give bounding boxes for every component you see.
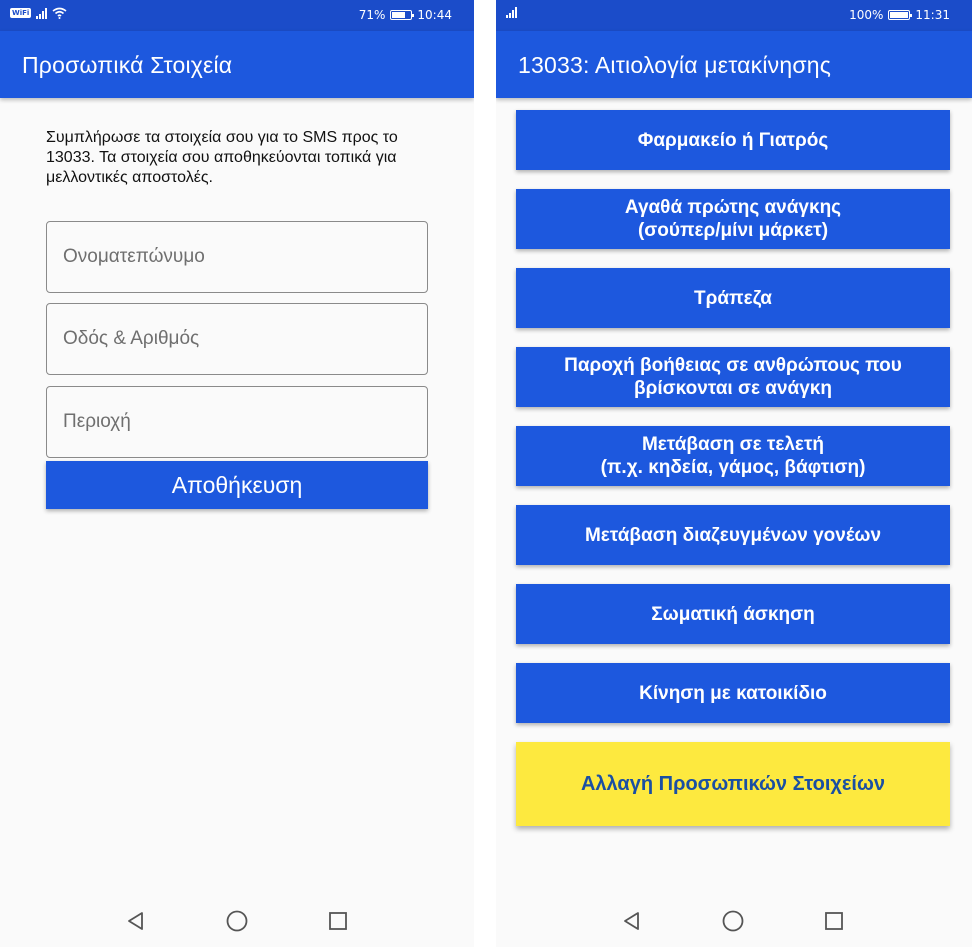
home-circle-icon bbox=[226, 910, 248, 932]
reason-label: Παροχή βοήθειας σε ανθρώπους που bbox=[564, 355, 902, 376]
reason-bank-button[interactable]: Τράπεζα bbox=[516, 268, 950, 328]
address-input[interactable] bbox=[47, 304, 427, 374]
save-button[interactable]: Αποθήκευση bbox=[46, 461, 428, 509]
app-bar: Προσωπικά Στοιχεία bbox=[0, 31, 474, 98]
reason-exercise-button[interactable]: Σωματική άσκηση bbox=[516, 584, 950, 644]
movement-reason-screen: 100% 11:31 13033: Αιτιολογία μετακίνησης… bbox=[496, 0, 972, 947]
reason-ceremony-button[interactable]: Μετάβαση σε τελετή (π.χ. κηδεία, γάμος, … bbox=[516, 426, 950, 486]
area-field[interactable] bbox=[46, 386, 428, 458]
battery-icon bbox=[888, 10, 913, 20]
recents-button[interactable] bbox=[822, 909, 846, 933]
app-bar: 13033: Αιτιολογία μετακίνησης bbox=[496, 31, 972, 98]
intro-text: Συμπλήρωσε τα στοιχεία σου για το SMS πρ… bbox=[46, 129, 398, 186]
reason-label-line2: (π.χ. κηδεία, γάμος, βάφτιση) bbox=[600, 457, 866, 478]
signal-icon bbox=[36, 7, 48, 19]
change-label: Αλλαγή Προσωπικών Στοιχείων bbox=[580, 772, 885, 795]
home-circle-icon bbox=[722, 910, 744, 932]
page-title: Προσωπικά Στοιχεία bbox=[22, 52, 233, 78]
signal-icon bbox=[506, 7, 517, 18]
battery-percent: 100% bbox=[849, 8, 884, 22]
personal-details-screen: WiFi 71% 10:44 Προσωπικά Στοιχεία Συμπλή… bbox=[0, 0, 474, 947]
back-triangle-icon bbox=[624, 912, 639, 930]
back-button[interactable] bbox=[124, 909, 148, 933]
status-bar: 100% 11:31 bbox=[496, 0, 972, 31]
page-title: 13033: Αιτιολογία μετακίνησης bbox=[518, 52, 832, 78]
battery-icon bbox=[390, 10, 415, 20]
clock: 11:31 bbox=[915, 8, 950, 22]
back-button[interactable] bbox=[620, 909, 644, 933]
reason-pharmacy-doctor-button[interactable]: Φαρμακείο ή Γιατρός bbox=[516, 110, 950, 170]
reason-label: Τράπεζα bbox=[694, 287, 772, 309]
battery-percent: 71% bbox=[358, 8, 386, 22]
reason-divorced-parents-button[interactable]: Μετάβαση διαζευγμένων γονέων bbox=[516, 505, 950, 565]
name-input[interactable] bbox=[47, 222, 427, 292]
reason-label: Μετάβαση σε τελετή bbox=[641, 434, 825, 455]
wifi-icon bbox=[52, 7, 67, 19]
recents-button[interactable] bbox=[326, 909, 350, 933]
home-button[interactable] bbox=[225, 909, 249, 933]
reason-essential-goods-button[interactable]: Αγαθά πρώτης ανάγκης (σούπερ/μίνι μάρκετ… bbox=[516, 189, 950, 249]
recents-square-icon bbox=[825, 912, 843, 930]
navigation-bar bbox=[496, 897, 972, 947]
name-field[interactable] bbox=[46, 221, 428, 293]
area-input[interactable] bbox=[47, 387, 427, 457]
clock: 10:44 bbox=[417, 8, 452, 22]
reason-help-people-button[interactable]: Παροχή βοήθειας σε ανθρώπους που βρίσκον… bbox=[516, 347, 950, 407]
reason-label-line2: βρίσκονται σε ανάγκη bbox=[634, 378, 832, 399]
reason-label: Αγαθά πρώτης ανάγκης bbox=[624, 197, 842, 218]
reason-label: Σωματική άσκηση bbox=[651, 603, 815, 625]
reason-pet-button[interactable]: Κίνηση με κατοικίδιο bbox=[516, 663, 950, 723]
wifi-calling-badge: WiFi bbox=[10, 8, 32, 18]
change-personal-details-button[interactable]: Αλλαγή Προσωπικών Στοιχείων bbox=[516, 742, 950, 826]
navigation-bar bbox=[0, 897, 474, 947]
status-bar: WiFi 71% 10:44 bbox=[0, 0, 474, 31]
reason-label: Φαρμακείο ή Γιατρός bbox=[637, 129, 829, 151]
back-triangle-icon bbox=[128, 912, 143, 930]
home-button[interactable] bbox=[721, 909, 745, 933]
reason-label: Μετάβαση διαζευγμένων γονέων bbox=[584, 524, 882, 546]
reason-label-line2: (σούπερ/μίνι μάρκετ) bbox=[637, 220, 829, 241]
address-field[interactable] bbox=[46, 303, 428, 375]
recents-square-icon bbox=[329, 912, 347, 930]
reason-label: Κίνηση με κατοικίδιο bbox=[639, 682, 827, 704]
